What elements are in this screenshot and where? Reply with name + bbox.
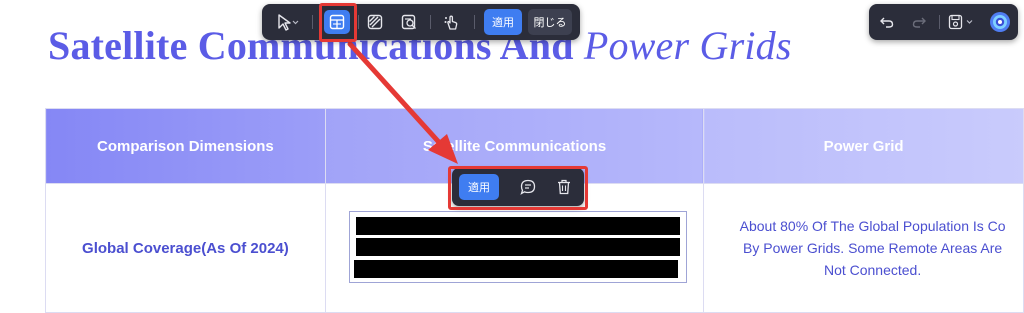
redo-icon[interactable] [907,10,931,34]
toolbar-divider [312,15,313,29]
undo-icon[interactable] [875,10,899,34]
touch-icon[interactable] [438,10,464,34]
ocr-text-icon[interactable] [396,10,422,34]
toolbar-divider [939,15,940,29]
close-button[interactable]: 閉じる [528,9,572,35]
annotation-arrow [347,41,458,164]
history-toolbar [869,4,1018,40]
toolbar-divider [358,15,359,29]
save-icon[interactable] [945,10,981,34]
pattern-fill-icon[interactable] [362,10,388,34]
toolbar-divider [474,15,475,29]
apply-button[interactable]: 適用 [484,9,522,35]
highlight-table-icon [319,3,357,42]
toolbar-divider [430,15,431,29]
assistant-icon[interactable] [987,10,1013,34]
highlight-floating-toolbar [448,166,588,210]
main-toolbar: 適用 閉じる [262,4,580,40]
cursor-select-icon[interactable] [272,10,302,34]
